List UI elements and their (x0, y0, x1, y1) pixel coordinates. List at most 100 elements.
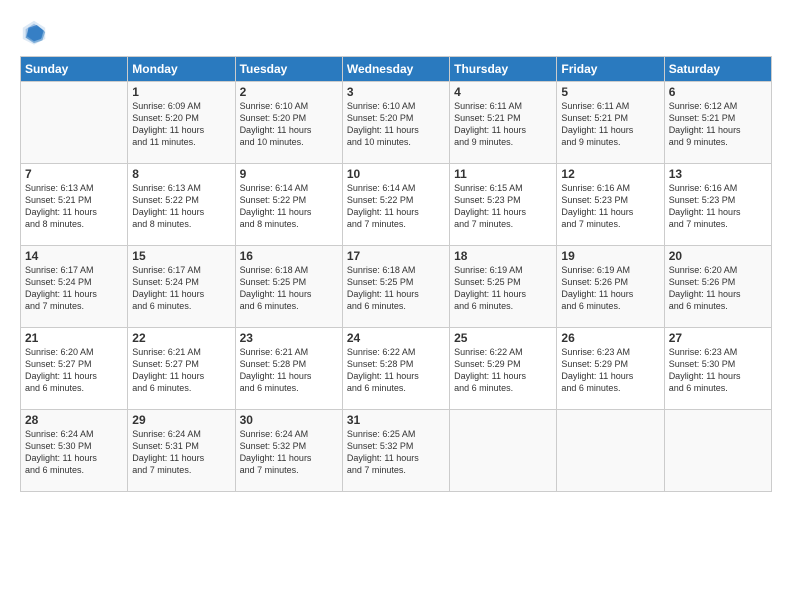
day-info: Sunrise: 6:24 AMSunset: 5:30 PMDaylight:… (25, 428, 123, 477)
cell-w4-d6: 26Sunrise: 6:23 AMSunset: 5:29 PMDayligh… (557, 328, 664, 410)
day-info: Sunrise: 6:19 AMSunset: 5:26 PMDaylight:… (561, 264, 659, 313)
day-number: 30 (240, 413, 338, 427)
day-info: Sunrise: 6:23 AMSunset: 5:29 PMDaylight:… (561, 346, 659, 395)
week-row-5: 28Sunrise: 6:24 AMSunset: 5:30 PMDayligh… (21, 410, 772, 492)
col-header-sunday: Sunday (21, 57, 128, 82)
col-header-monday: Monday (128, 57, 235, 82)
day-number: 5 (561, 85, 659, 99)
day-number: 15 (132, 249, 230, 263)
day-number: 13 (669, 167, 767, 181)
day-info: Sunrise: 6:14 AMSunset: 5:22 PMDaylight:… (347, 182, 445, 231)
day-number: 29 (132, 413, 230, 427)
day-number: 1 (132, 85, 230, 99)
day-info: Sunrise: 6:09 AMSunset: 5:20 PMDaylight:… (132, 100, 230, 149)
logo-icon (20, 18, 48, 46)
day-number: 14 (25, 249, 123, 263)
day-info: Sunrise: 6:19 AMSunset: 5:25 PMDaylight:… (454, 264, 552, 313)
day-info: Sunrise: 6:22 AMSunset: 5:28 PMDaylight:… (347, 346, 445, 395)
day-info: Sunrise: 6:20 AMSunset: 5:27 PMDaylight:… (25, 346, 123, 395)
day-number: 21 (25, 331, 123, 345)
cell-w5-d4: 31Sunrise: 6:25 AMSunset: 5:32 PMDayligh… (342, 410, 449, 492)
day-number: 16 (240, 249, 338, 263)
day-number: 17 (347, 249, 445, 263)
day-info: Sunrise: 6:22 AMSunset: 5:29 PMDaylight:… (454, 346, 552, 395)
day-number: 22 (132, 331, 230, 345)
day-number: 11 (454, 167, 552, 181)
cell-w2-d1: 7Sunrise: 6:13 AMSunset: 5:21 PMDaylight… (21, 164, 128, 246)
day-number: 6 (669, 85, 767, 99)
cell-w5-d3: 30Sunrise: 6:24 AMSunset: 5:32 PMDayligh… (235, 410, 342, 492)
week-row-3: 14Sunrise: 6:17 AMSunset: 5:24 PMDayligh… (21, 246, 772, 328)
cell-w2-d3: 9Sunrise: 6:14 AMSunset: 5:22 PMDaylight… (235, 164, 342, 246)
day-info: Sunrise: 6:15 AMSunset: 5:23 PMDaylight:… (454, 182, 552, 231)
cell-w2-d2: 8Sunrise: 6:13 AMSunset: 5:22 PMDaylight… (128, 164, 235, 246)
cell-w1-d3: 2Sunrise: 6:10 AMSunset: 5:20 PMDaylight… (235, 82, 342, 164)
cell-w1-d1 (21, 82, 128, 164)
cell-w1-d4: 3Sunrise: 6:10 AMSunset: 5:20 PMDaylight… (342, 82, 449, 164)
cell-w5-d7 (664, 410, 771, 492)
cell-w4-d4: 24Sunrise: 6:22 AMSunset: 5:28 PMDayligh… (342, 328, 449, 410)
day-number: 19 (561, 249, 659, 263)
day-info: Sunrise: 6:25 AMSunset: 5:32 PMDaylight:… (347, 428, 445, 477)
col-header-wednesday: Wednesday (342, 57, 449, 82)
cell-w2-d4: 10Sunrise: 6:14 AMSunset: 5:22 PMDayligh… (342, 164, 449, 246)
logo (20, 18, 54, 46)
day-number: 24 (347, 331, 445, 345)
week-row-1: 1Sunrise: 6:09 AMSunset: 5:20 PMDaylight… (21, 82, 772, 164)
day-info: Sunrise: 6:14 AMSunset: 5:22 PMDaylight:… (240, 182, 338, 231)
day-info: Sunrise: 6:21 AMSunset: 5:27 PMDaylight:… (132, 346, 230, 395)
cell-w4-d2: 22Sunrise: 6:21 AMSunset: 5:27 PMDayligh… (128, 328, 235, 410)
cell-w4-d5: 25Sunrise: 6:22 AMSunset: 5:29 PMDayligh… (450, 328, 557, 410)
header (20, 18, 772, 46)
day-number: 3 (347, 85, 445, 99)
day-info: Sunrise: 6:23 AMSunset: 5:30 PMDaylight:… (669, 346, 767, 395)
day-number: 26 (561, 331, 659, 345)
cell-w2-d6: 12Sunrise: 6:16 AMSunset: 5:23 PMDayligh… (557, 164, 664, 246)
day-number: 2 (240, 85, 338, 99)
cell-w3-d5: 18Sunrise: 6:19 AMSunset: 5:25 PMDayligh… (450, 246, 557, 328)
cell-w1-d5: 4Sunrise: 6:11 AMSunset: 5:21 PMDaylight… (450, 82, 557, 164)
week-row-2: 7Sunrise: 6:13 AMSunset: 5:21 PMDaylight… (21, 164, 772, 246)
day-info: Sunrise: 6:18 AMSunset: 5:25 PMDaylight:… (347, 264, 445, 313)
day-number: 9 (240, 167, 338, 181)
page: SundayMondayTuesdayWednesdayThursdayFrid… (0, 0, 792, 612)
cell-w3-d4: 17Sunrise: 6:18 AMSunset: 5:25 PMDayligh… (342, 246, 449, 328)
day-number: 31 (347, 413, 445, 427)
day-info: Sunrise: 6:17 AMSunset: 5:24 PMDaylight:… (25, 264, 123, 313)
week-row-4: 21Sunrise: 6:20 AMSunset: 5:27 PMDayligh… (21, 328, 772, 410)
calendar-table: SundayMondayTuesdayWednesdayThursdayFrid… (20, 56, 772, 492)
day-number: 4 (454, 85, 552, 99)
day-info: Sunrise: 6:11 AMSunset: 5:21 PMDaylight:… (561, 100, 659, 149)
cell-w1-d6: 5Sunrise: 6:11 AMSunset: 5:21 PMDaylight… (557, 82, 664, 164)
day-info: Sunrise: 6:24 AMSunset: 5:31 PMDaylight:… (132, 428, 230, 477)
day-info: Sunrise: 6:12 AMSunset: 5:21 PMDaylight:… (669, 100, 767, 149)
cell-w3-d1: 14Sunrise: 6:17 AMSunset: 5:24 PMDayligh… (21, 246, 128, 328)
cell-w3-d7: 20Sunrise: 6:20 AMSunset: 5:26 PMDayligh… (664, 246, 771, 328)
day-info: Sunrise: 6:10 AMSunset: 5:20 PMDaylight:… (347, 100, 445, 149)
col-header-saturday: Saturday (664, 57, 771, 82)
day-number: 10 (347, 167, 445, 181)
day-info: Sunrise: 6:17 AMSunset: 5:24 PMDaylight:… (132, 264, 230, 313)
col-header-thursday: Thursday (450, 57, 557, 82)
day-info: Sunrise: 6:18 AMSunset: 5:25 PMDaylight:… (240, 264, 338, 313)
day-info: Sunrise: 6:24 AMSunset: 5:32 PMDaylight:… (240, 428, 338, 477)
day-number: 25 (454, 331, 552, 345)
cell-w5-d5 (450, 410, 557, 492)
day-number: 18 (454, 249, 552, 263)
cell-w3-d2: 15Sunrise: 6:17 AMSunset: 5:24 PMDayligh… (128, 246, 235, 328)
cell-w3-d3: 16Sunrise: 6:18 AMSunset: 5:25 PMDayligh… (235, 246, 342, 328)
cell-w5-d6 (557, 410, 664, 492)
cell-w4-d3: 23Sunrise: 6:21 AMSunset: 5:28 PMDayligh… (235, 328, 342, 410)
cell-w4-d1: 21Sunrise: 6:20 AMSunset: 5:27 PMDayligh… (21, 328, 128, 410)
cell-w2-d5: 11Sunrise: 6:15 AMSunset: 5:23 PMDayligh… (450, 164, 557, 246)
day-number: 12 (561, 167, 659, 181)
day-number: 23 (240, 331, 338, 345)
day-info: Sunrise: 6:13 AMSunset: 5:21 PMDaylight:… (25, 182, 123, 231)
cell-w3-d6: 19Sunrise: 6:19 AMSunset: 5:26 PMDayligh… (557, 246, 664, 328)
col-header-tuesday: Tuesday (235, 57, 342, 82)
cell-w1-d7: 6Sunrise: 6:12 AMSunset: 5:21 PMDaylight… (664, 82, 771, 164)
cell-w1-d2: 1Sunrise: 6:09 AMSunset: 5:20 PMDaylight… (128, 82, 235, 164)
day-info: Sunrise: 6:11 AMSunset: 5:21 PMDaylight:… (454, 100, 552, 149)
day-number: 28 (25, 413, 123, 427)
header-row: SundayMondayTuesdayWednesdayThursdayFrid… (21, 57, 772, 82)
